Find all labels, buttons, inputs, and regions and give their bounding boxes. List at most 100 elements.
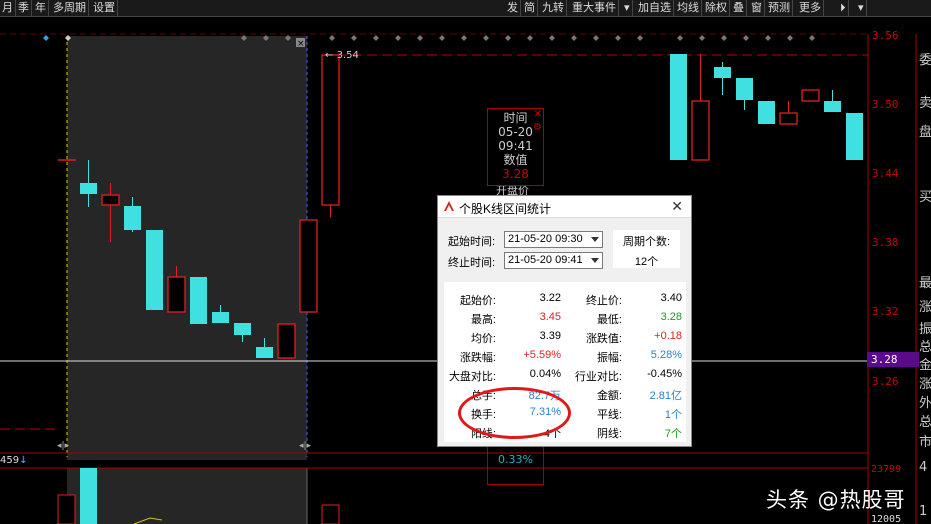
tb-major-events[interactable]: 重大事件 [570,0,619,16]
highlight-circle [458,387,571,439]
event-marker [699,35,705,41]
event-marker [549,35,555,41]
event-marker [721,35,727,41]
candle-body [846,113,863,160]
range-handle-left[interactable]: ◂|▸ [57,441,69,451]
side-label[interactable]: 外 [919,392,931,411]
tb-nine-turn[interactable]: 九转 [540,0,567,16]
period-count-label: 周期个数: [622,236,671,248]
dialog-titlebar[interactable]: 个股K线区间统计 ✕ [438,196,691,218]
axis-price-1: 3.56 [872,29,899,42]
event-marker [765,35,771,41]
stat-label: 阴线: [596,428,622,440]
side-label[interactable]: 买 [919,186,931,205]
gear-icon[interactable]: ⚙ [533,122,542,133]
period-count-box: 周期个数: 12个 [613,230,680,268]
tb-more[interactable]: 更多 [797,0,824,16]
side-label[interactable]: 振 [919,318,931,337]
dropdown-icon[interactable]: ▾ [622,0,633,16]
stat-label: 最高: [470,314,496,326]
tb-year[interactable]: 年 [33,0,49,16]
close-icon[interactable]: ✕ [671,198,683,215]
tb-multi-period[interactable]: 多周期 [51,0,89,16]
candle-body [256,347,273,358]
tooltip-pct: 0.33% [498,453,533,466]
watermark: 头条 @热股哥 [766,488,906,512]
stat-label: 涨跌值: [585,333,622,345]
axis-price-3: 3.44 [872,167,899,180]
dialog-title: 个股K线区间统计 [459,202,552,216]
stat-label: 均价: [470,333,496,345]
event-marker [373,35,379,41]
tb-moving-avg[interactable]: 均线 [675,0,702,16]
volume-bar [57,494,76,524]
event-marker [329,35,335,41]
candle-body [801,89,820,102]
tooltip-time: 09:41 [498,139,533,153]
app-logo-icon [444,201,454,211]
start-time-label: 起始时间: [448,236,496,248]
tb-fa[interactable]: 发 [505,0,521,16]
volume-axis-bottom: 12005 [871,514,902,524]
peak-price-label: ← 3.54 [325,50,359,61]
side-label[interactable]: 涨 [919,373,931,392]
event-marker [483,35,489,41]
tb-window[interactable]: 窗 [749,0,765,16]
period-count-value: 12个 [634,256,659,268]
stat-value: 1个 [664,409,682,421]
side-label[interactable]: 4 [919,460,927,475]
stat-value: +5.59% [523,349,561,361]
pin-icon[interactable]: ⏵ [838,0,849,16]
range-handle-right[interactable]: ◂|▸ [299,441,311,451]
stat-label: 金额: [596,390,622,402]
stat-value: +0.18 [654,330,682,342]
stat-value: -0.45% [647,368,682,380]
axis-price-4: 3.38 [872,236,899,249]
side-label[interactable]: 1 [919,504,927,519]
tb-jian[interactable]: 简 [522,0,538,16]
tb-add-watchlist[interactable]: 加自选 [636,0,674,16]
stat-label: 起始价: [459,295,496,307]
candle-body [80,183,97,194]
tb-month[interactable]: 月 [0,0,16,16]
tb-forecast[interactable]: 预测 [766,0,793,16]
candle-body [101,194,120,206]
stat-value: 3.40 [660,292,682,304]
side-label[interactable]: 卖 [919,92,931,111]
candle-body [299,219,318,313]
tb-season[interactable]: 季 [16,0,32,16]
side-label[interactable]: 涨 [919,296,931,315]
candle-body [234,323,251,335]
side-label[interactable]: 金 [919,354,931,373]
candle-body [824,101,841,112]
close-icon[interactable]: ✕ [534,109,542,120]
tb-overlay[interactable]: 叠 [731,0,747,16]
candle-body [779,112,798,125]
event-marker [43,35,49,41]
axis-price-5: 3.32 [872,305,899,318]
chart-toolbar: 月 季 年 多周期 设置 发 简 九转 重大事件 ▾ 加自选 均线 除权 叠 窗… [0,0,931,17]
svg-text:×: × [297,39,305,49]
chevron-down-icon [591,237,599,242]
chevron-down-icon [591,258,599,263]
side-label[interactable]: 最 [919,272,931,291]
chevron-down-icon[interactable]: ▾ [856,0,867,16]
candle-body [212,312,229,323]
volume-axis-top: 23799 [871,464,902,475]
event-marker [527,35,533,41]
stat-value: 7个 [664,428,682,440]
tb-settings[interactable]: 设置 [91,0,118,16]
volume-bar [80,468,97,524]
tb-ex-rights[interactable]: 除权 [703,0,730,16]
side-label[interactable]: 委 [919,49,931,68]
stat-value: 3.39 [539,330,561,342]
side-label[interactable]: 市 [919,431,931,450]
side-label[interactable]: 总 [919,336,931,355]
candle-body [146,230,163,310]
side-label[interactable]: 盘 [919,121,931,140]
stat-label: 平线: [596,409,622,421]
side-label[interactable]: 总 [919,411,931,430]
start-time-select[interactable]: 21-05-20 09:30 [504,231,603,248]
event-marker [417,35,423,41]
end-time-select[interactable]: 21-05-20 09:41 [504,252,603,269]
